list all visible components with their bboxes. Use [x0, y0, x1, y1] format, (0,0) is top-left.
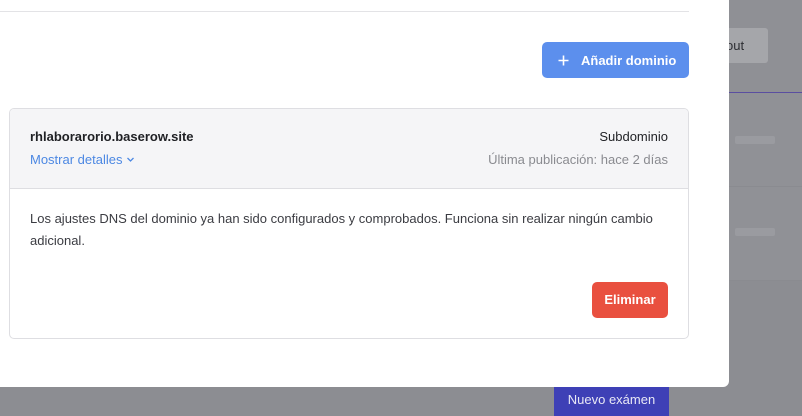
- delete-domain-button[interactable]: Eliminar: [592, 282, 668, 318]
- plus-icon: [558, 55, 569, 65]
- chevron-down-icon: [127, 157, 135, 162]
- add-domain-button[interactable]: Añadir dominio: [542, 42, 689, 78]
- domain-card: rhlaborarorio.baserow.site Mostrar detal…: [9, 108, 689, 339]
- background-row-text: [735, 228, 775, 236]
- background-row-divider: [728, 280, 802, 281]
- domain-card-header: rhlaborarorio.baserow.site Mostrar detal…: [10, 109, 688, 189]
- last-publication: Última publicación: hace 2 días: [488, 152, 668, 167]
- domain-name: rhlaborarorio.baserow.site: [30, 129, 194, 144]
- background-row-divider: [728, 186, 802, 187]
- background-row-text: [735, 136, 775, 144]
- domain-status-description: Los ajustes DNS del dominio ya han sido …: [30, 211, 653, 248]
- add-domain-label: Añadir dominio: [581, 52, 677, 68]
- new-exam-button: Nuevo exámen: [554, 384, 669, 416]
- domain-type: Subdominio: [599, 129, 668, 144]
- show-details-label: Mostrar detalles: [30, 152, 123, 167]
- show-details-link[interactable]: Mostrar detalles: [30, 152, 135, 167]
- modal-divider: [0, 11, 689, 12]
- domains-modal: Añadir dominio rhlaborarorio.baserow.sit…: [0, 0, 729, 387]
